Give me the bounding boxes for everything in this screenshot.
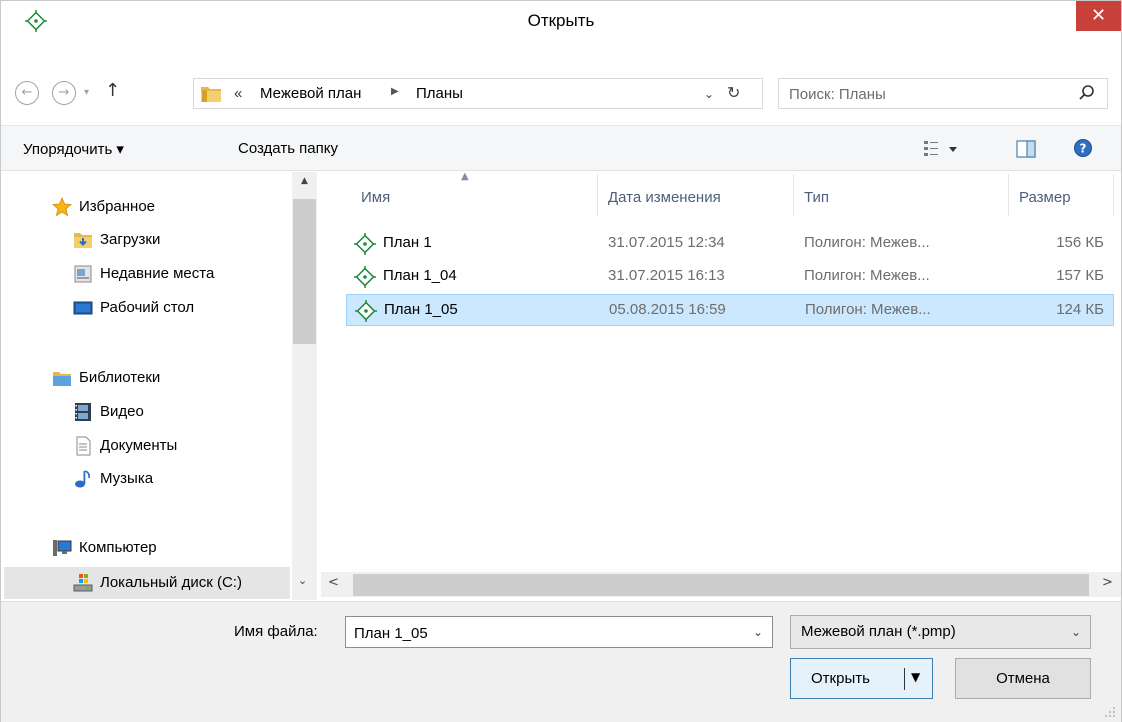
recent-places-icon [74,265,92,283]
close-button[interactable]: ✕ [1076,1,1121,31]
file-date: 31.07.2015 12:34 [608,234,725,251]
file-size: 124 КБ [1056,301,1104,318]
filename-input[interactable] [354,623,734,643]
recent-locations-dropdown[interactable]: ▾ [84,81,89,105]
file-type: Полигон: Межев... [805,301,931,318]
scroll-left-arrow-icon[interactable]: < [328,575,339,590]
sidebar-item-label: Видео [100,403,144,420]
plan-file-icon [354,266,376,288]
sort-ascending-icon: ▲ [461,171,469,182]
title-bar: Открыть ✕ [1,1,1121,41]
file-size: 156 КБ [1056,234,1104,251]
sidebar-scrollbar-thumb[interactable] [293,199,316,344]
sidebar-item-label: Библиотеки [79,369,161,386]
plan-file-icon [354,233,376,255]
filetype-dropdown-icon[interactable]: ⌄ [1071,625,1081,639]
breadcrumb-overflow[interactable]: « [234,85,242,102]
sidebar-item-label: Музыка [100,470,154,487]
local-disk-icon [73,574,93,592]
search-input[interactable] [789,84,1059,104]
column-divider[interactable] [1008,174,1009,216]
video-icon [75,403,91,421]
file-row[interactable]: План 1 31.07.2015 12:34 Полигон: Межев..… [346,227,1114,259]
refresh-button[interactable]: ↻ [727,83,740,102]
file-name: План 1_05 [384,301,458,318]
sidebar-item-label: Рабочий стол [100,299,195,316]
organize-menu-button[interactable]: Упорядочить ▾ [23,140,124,158]
back-button[interactable]: ← [15,81,39,105]
svg-text:?: ? [1080,142,1087,156]
file-name: План 1_04 [383,267,457,284]
column-header-date[interactable]: Дата изменения [608,189,721,206]
search-icon[interactable] [1077,83,1097,103]
column-divider[interactable] [1113,174,1114,216]
sidebar-item-label: Локальный диск (C:) [100,574,242,591]
file-type: Полигон: Межев... [804,267,930,284]
column-divider[interactable] [793,174,794,216]
open-file-dialog: Открыть ✕ ← → ▾ ↑ « Межевой план ▶ Планы… [0,0,1122,722]
address-dropdown-button[interactable]: ⌄ [704,87,714,101]
column-divider[interactable] [597,174,598,216]
column-header-name[interactable]: Имя [361,189,390,206]
filename-combobox[interactable]: ⌄ [345,616,773,648]
new-folder-button[interactable]: Создать папку [238,140,338,157]
split-divider [904,668,905,690]
sidebar-item-label: Компьютер [79,539,157,556]
downloads-icon [74,233,92,248]
scroll-up-arrow-icon[interactable]: ▲ [292,176,317,186]
breadcrumb-item[interactable]: Планы [416,85,463,102]
expand-chevron-icon[interactable]: ⌄ [298,574,307,587]
open-button[interactable]: Открыть ▼ [790,658,933,699]
column-header-type[interactable]: Тип [804,189,829,206]
preview-pane-icon[interactable] [1016,139,1036,159]
address-bar[interactable]: « Межевой план ▶ Планы ⌄ ↻ [193,78,763,109]
documents-icon [76,436,91,456]
folder-icon [201,87,221,102]
star-icon [52,197,72,217]
sidebar-item-label: Недавние места [100,265,215,282]
open-options-arrow-icon[interactable]: ▼ [911,670,920,684]
sidebar-item-label: Документы [100,437,178,454]
search-box[interactable] [778,78,1108,109]
filetype-value: Межевой план (*.pmp) [801,623,956,640]
file-row[interactable]: План 1_04 31.07.2015 16:13 Полигон: Меже… [346,260,1114,292]
breadcrumb-separator[interactable]: ▶ [391,86,399,97]
cancel-button[interactable]: Отмена [955,658,1091,699]
filename-label: Имя файла: [234,623,318,640]
desktop-icon [73,301,93,315]
file-row-selected[interactable]: План 1_05 05.08.2015 16:59 Полигон: Меже… [346,294,1114,326]
file-name: План 1 [383,234,432,251]
help-icon[interactable]: ? [1073,138,1093,158]
open-button-label: Открыть [811,670,870,687]
scroll-right-arrow-icon[interactable]: > [1102,575,1113,590]
column-header-size[interactable]: Размер [1019,189,1071,206]
computer-icon [53,540,72,556]
file-date: 05.08.2015 16:59 [609,301,726,318]
sidebar-item-label: Загрузки [100,231,161,248]
resize-grip-icon[interactable] [1101,703,1117,719]
libraries-icon [53,372,71,386]
horizontal-scrollbar-thumb[interactable] [353,574,1089,596]
forward-button[interactable]: → [52,81,76,105]
up-button[interactable]: ↑ [105,80,120,101]
breadcrumb-item[interactable]: Межевой план [260,85,361,102]
file-date: 31.07.2015 16:13 [608,267,725,284]
filename-dropdown-button[interactable]: ⌄ [753,625,763,639]
window-title: Открыть [527,11,595,30]
change-view-icon[interactable] [923,138,959,160]
filetype-select[interactable]: Межевой план (*.pmp) ⌄ [790,615,1091,649]
sidebar-item-label: Избранное [79,198,156,215]
toolbar: Упорядочить ▾ Создать папку ? [1,125,1121,171]
file-type: Полигон: Межев... [804,234,930,251]
file-size: 157 КБ [1056,267,1104,284]
plan-file-icon [355,300,377,322]
music-icon [75,470,90,488]
